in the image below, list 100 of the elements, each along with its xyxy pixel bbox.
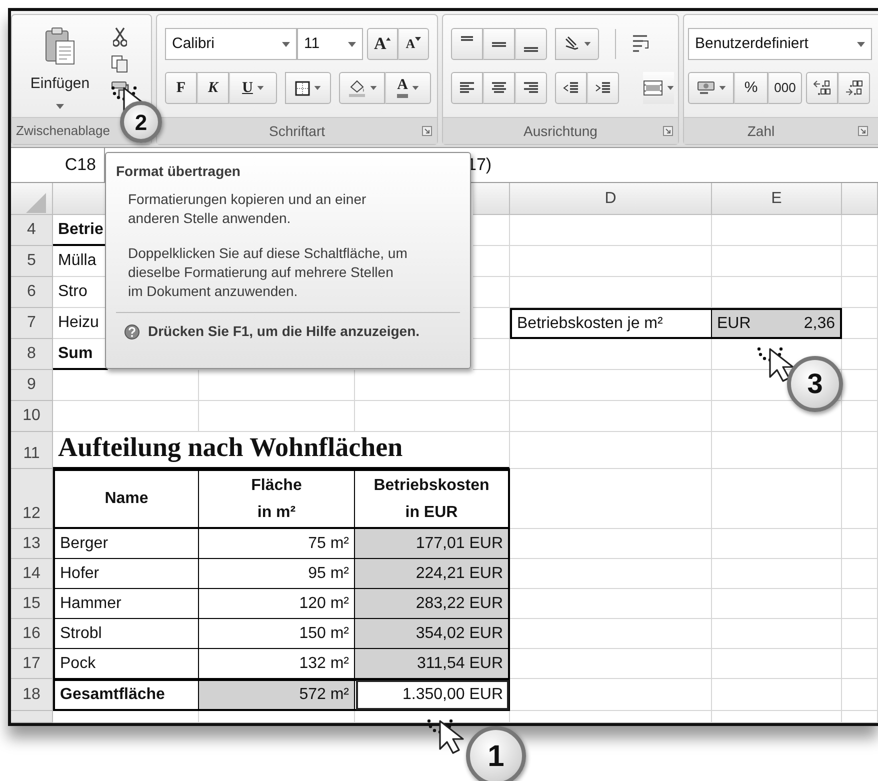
launcher-icon[interactable]: [422, 126, 432, 136]
paintbrush-icon[interactable]: [111, 81, 129, 97]
empty-cell[interactable]: [842, 559, 878, 589]
empty-cell[interactable]: [842, 469, 878, 529]
row-header[interactable]: 13: [11, 529, 53, 559]
row-header[interactable]: 15: [11, 589, 53, 619]
empty-cell[interactable]: [510, 432, 712, 469]
decrease-indent-button[interactable]: [555, 72, 587, 104]
currency-button[interactable]: [688, 72, 734, 104]
column-header[interactable]: [53, 183, 108, 215]
row-header[interactable]: 7: [11, 308, 53, 339]
column-header[interactable]: [473, 183, 510, 215]
empty-cell[interactable]: [842, 246, 878, 277]
empty-cell[interactable]: [199, 370, 355, 401]
column-header[interactable]: D: [510, 183, 712, 215]
empty-cell[interactable]: [199, 401, 355, 432]
row-header[interactable]: 11: [11, 432, 53, 469]
empty-cell[interactable]: [510, 711, 712, 723]
orientation-button[interactable]: [555, 28, 599, 60]
empty-cell[interactable]: [842, 679, 878, 711]
row-header[interactable]: 16: [11, 619, 53, 649]
row-header[interactable]: [11, 711, 53, 723]
align-center-button[interactable]: [483, 72, 515, 104]
underline-button[interactable]: U: [229, 72, 277, 104]
percent-button[interactable]: %: [734, 72, 768, 104]
empty-cell[interactable]: [510, 469, 712, 529]
empty-cell[interactable]: [712, 469, 842, 529]
empty-cell[interactable]: [712, 589, 842, 619]
wrap-text-icon[interactable]: [632, 34, 650, 54]
merge-cells-button[interactable]: [643, 72, 674, 104]
empty-cell[interactable]: [712, 649, 842, 679]
row-header[interactable]: 14: [11, 559, 53, 589]
empty-cell[interactable]: [842, 649, 878, 679]
empty-cell[interactable]: [712, 711, 842, 723]
row-header[interactable]: 6: [11, 277, 53, 308]
column-header[interactable]: [842, 183, 878, 215]
align-left-button[interactable]: [451, 72, 483, 104]
row-header[interactable]: 10: [11, 401, 53, 432]
empty-cell[interactable]: [842, 277, 878, 308]
empty-cell[interactable]: [510, 277, 712, 308]
empty-cell[interactable]: [510, 679, 712, 711]
empty-cell[interactable]: [842, 619, 878, 649]
align-bottom-button[interactable]: [515, 28, 547, 60]
row-header[interactable]: 5: [11, 246, 53, 277]
launcher-icon[interactable]: [858, 126, 868, 136]
bold-button[interactable]: F: [165, 72, 197, 104]
fill-color-button[interactable]: [339, 72, 385, 104]
row-header[interactable]: 8: [11, 339, 53, 370]
empty-cell[interactable]: [473, 215, 510, 246]
empty-cell[interactable]: [199, 711, 355, 723]
select-all-button[interactable]: [11, 183, 53, 215]
empty-cell[interactable]: [842, 589, 878, 619]
increase-decimal-button[interactable]: [806, 72, 838, 104]
empty-cell[interactable]: [510, 215, 712, 246]
empty-cell[interactable]: [842, 215, 878, 246]
shrink-font-button[interactable]: A: [398, 28, 429, 60]
empty-cell[interactable]: [473, 339, 510, 370]
empty-cell[interactable]: [510, 339, 712, 370]
row-header[interactable]: 12: [11, 469, 53, 529]
align-top-button[interactable]: [451, 28, 483, 60]
empty-cell[interactable]: [510, 370, 712, 401]
font-color-button[interactable]: A: [385, 72, 431, 104]
number-format-field[interactable]: Benutzerdefiniert: [688, 28, 872, 60]
empty-cell[interactable]: [842, 529, 878, 559]
empty-cell[interactable]: [842, 711, 878, 723]
copy-icon[interactable]: [111, 55, 129, 73]
empty-cell[interactable]: [473, 246, 510, 277]
empty-cell[interactable]: [712, 679, 842, 711]
row-header[interactable]: 4: [11, 215, 53, 246]
font-name-field[interactable]: Calibri: [165, 28, 297, 60]
empty-cell[interactable]: [712, 559, 842, 589]
empty-cell[interactable]: [355, 370, 510, 401]
empty-cell[interactable]: [510, 401, 712, 432]
font-size-field[interactable]: 11: [297, 28, 363, 60]
empty-cell[interactable]: [510, 246, 712, 277]
launcher-icon[interactable]: [663, 126, 673, 136]
thousands-button[interactable]: 000: [768, 72, 802, 104]
empty-cell[interactable]: [473, 308, 510, 339]
column-header[interactable]: E: [712, 183, 842, 215]
empty-cell[interactable]: [842, 401, 878, 432]
increase-indent-button[interactable]: [587, 72, 619, 104]
empty-cell[interactable]: [712, 246, 842, 277]
empty-cell[interactable]: [473, 277, 510, 308]
empty-cell[interactable]: [712, 529, 842, 559]
align-middle-button[interactable]: [483, 28, 515, 60]
italic-button[interactable]: K: [197, 72, 229, 104]
empty-cell[interactable]: [355, 401, 510, 432]
paste-button[interactable]: Einfügen: [20, 23, 100, 117]
empty-cell[interactable]: [712, 215, 842, 246]
empty-cell[interactable]: [842, 339, 878, 370]
scissors-icon[interactable]: [113, 27, 127, 47]
empty-cell[interactable]: [712, 619, 842, 649]
grow-font-button[interactable]: A: [367, 28, 398, 60]
row-header[interactable]: 17: [11, 649, 53, 679]
empty-cell[interactable]: [712, 432, 842, 469]
empty-cell[interactable]: [842, 432, 878, 469]
row-header[interactable]: 18: [11, 679, 53, 711]
border-button[interactable]: [285, 72, 331, 104]
align-right-button[interactable]: [515, 72, 547, 104]
row-header[interactable]: 9: [11, 370, 53, 401]
